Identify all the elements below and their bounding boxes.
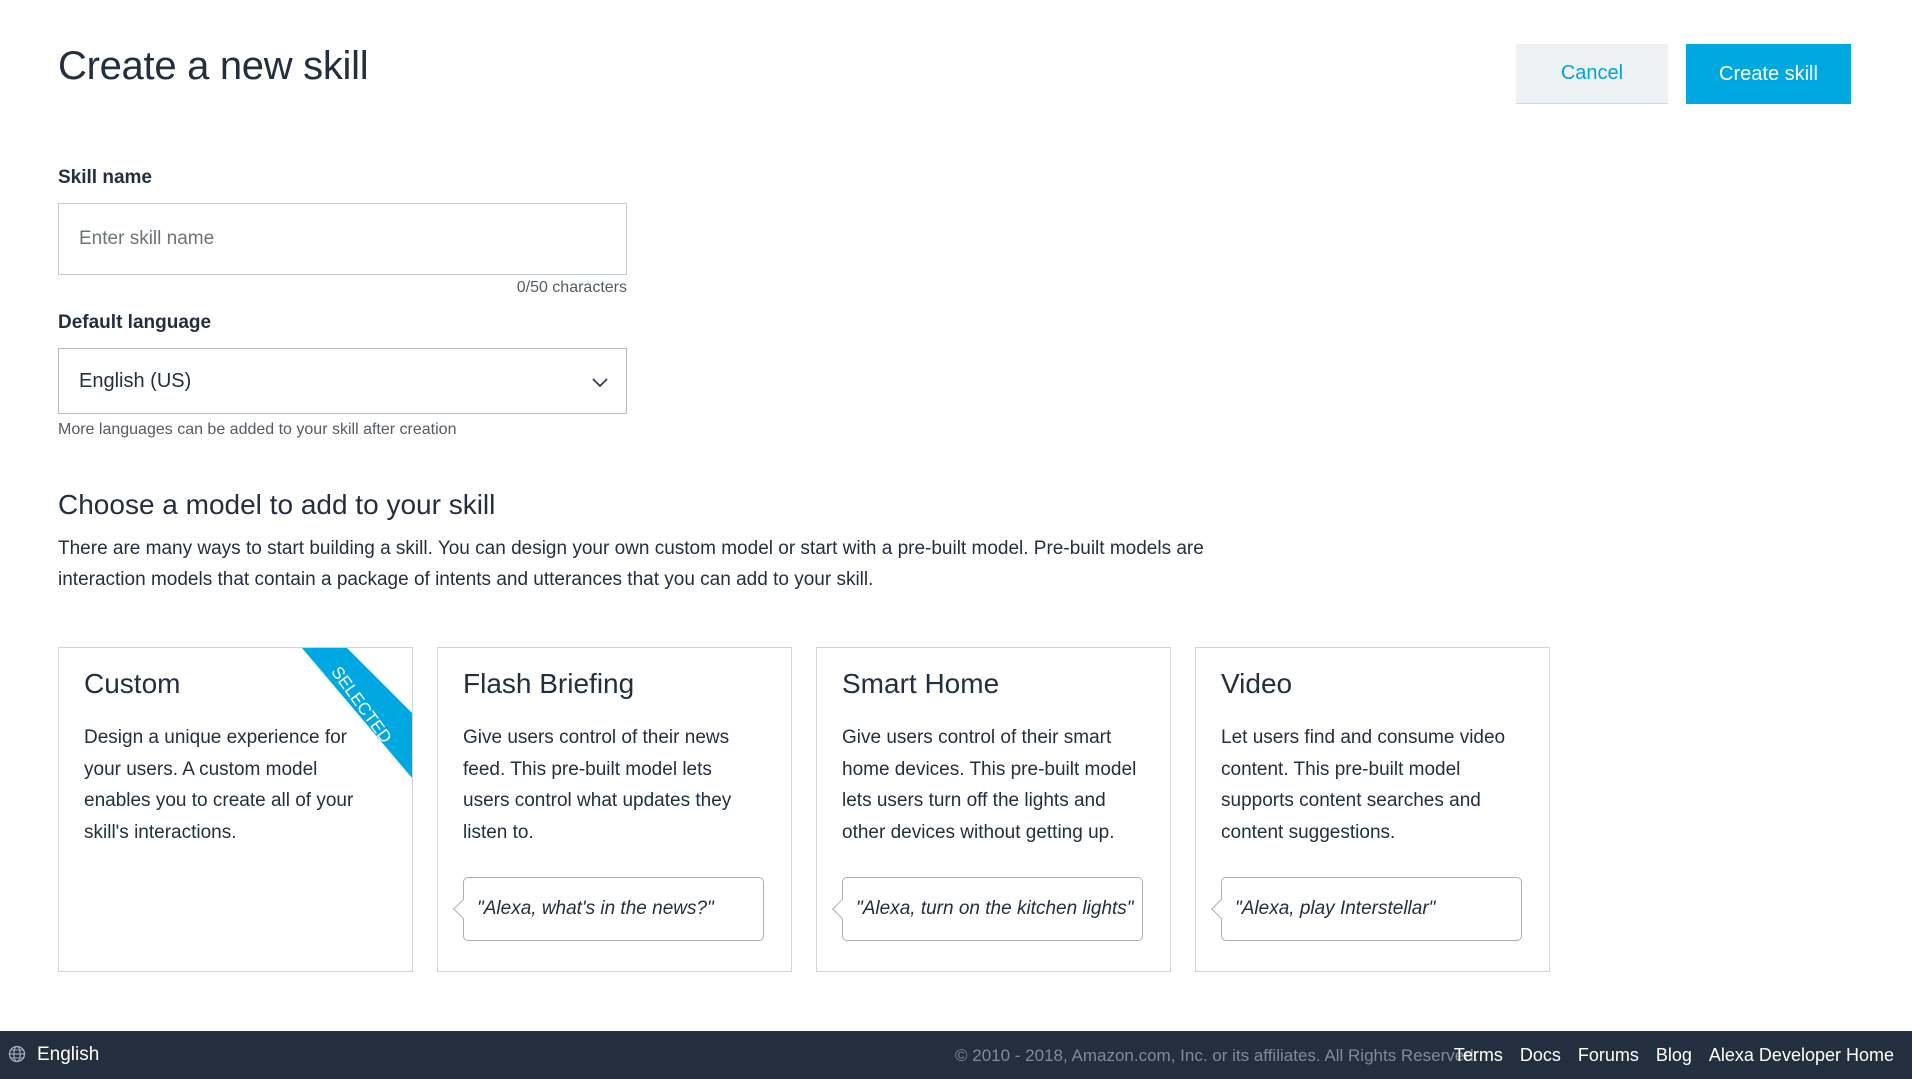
footer-link-terms[interactable]: Terms xyxy=(1454,1045,1503,1066)
page-title: Create a new skill xyxy=(58,44,369,88)
footer-link-forums[interactable]: Forums xyxy=(1578,1045,1639,1066)
card-title: Video xyxy=(1221,668,1293,699)
character-counter: 0/50 characters xyxy=(516,279,627,296)
chevron-down-icon xyxy=(592,371,608,394)
card-description: Give users control of their smart home d… xyxy=(842,727,1137,843)
footer-link-blog[interactable]: Blog xyxy=(1656,1045,1692,1066)
model-card-custom[interactable]: Custom Design a unique experience for yo… xyxy=(58,647,413,972)
example-utterance: "Alexa, turn on the kitchen lights" xyxy=(842,877,1143,941)
footer-link-alexa-developer-home[interactable]: Alexa Developer Home xyxy=(1709,1045,1894,1066)
example-utterance: "Alexa, play Interstellar" xyxy=(1221,877,1522,941)
selected-ribbon: SELECTED xyxy=(302,648,412,778)
create-skill-button[interactable]: Create skill xyxy=(1686,44,1851,104)
card-description: Give users control of their news feed. T… xyxy=(463,727,732,843)
footer-language-selector[interactable]: English xyxy=(37,1044,99,1066)
cancel-button[interactable]: Cancel xyxy=(1516,44,1668,104)
language-select[interactable]: English (US) xyxy=(58,348,627,414)
models-section-description: There are many ways to start building a … xyxy=(58,538,1204,590)
model-card-flash-briefing[interactable]: Flash Briefing Give users control of the… xyxy=(437,647,792,972)
card-title: Custom xyxy=(84,668,181,699)
model-card-smart-home[interactable]: Smart Home Give users control of their s… xyxy=(816,647,1171,972)
footer-links: Terms Docs Forums Blog Alexa Developer H… xyxy=(1454,1045,1894,1066)
models-section-title: Choose a model to add to your skill xyxy=(58,489,496,520)
language-hint: More languages can be added to your skil… xyxy=(58,421,457,438)
default-language-label: Default language xyxy=(58,312,212,333)
card-title: Smart Home xyxy=(842,668,1000,699)
footer-copyright: © 2010 - 2018, Amazon.com, Inc. or its a… xyxy=(955,1046,1479,1065)
card-title: Flash Briefing xyxy=(463,668,635,699)
language-select-value: English (US) xyxy=(79,369,192,392)
card-description: Let users find and consume video content… xyxy=(1221,727,1506,843)
skill-name-input[interactable] xyxy=(58,203,627,275)
footer: English © 2010 - 2018, Amazon.com, Inc. … xyxy=(0,1031,1912,1079)
model-card-video[interactable]: Video Let users find and consume video c… xyxy=(1195,647,1550,972)
footer-link-docs[interactable]: Docs xyxy=(1520,1045,1561,1066)
globe-icon[interactable] xyxy=(8,1045,26,1068)
skill-name-label: Skill name xyxy=(58,167,152,188)
example-utterance: "Alexa, what's in the news?" xyxy=(463,877,764,941)
